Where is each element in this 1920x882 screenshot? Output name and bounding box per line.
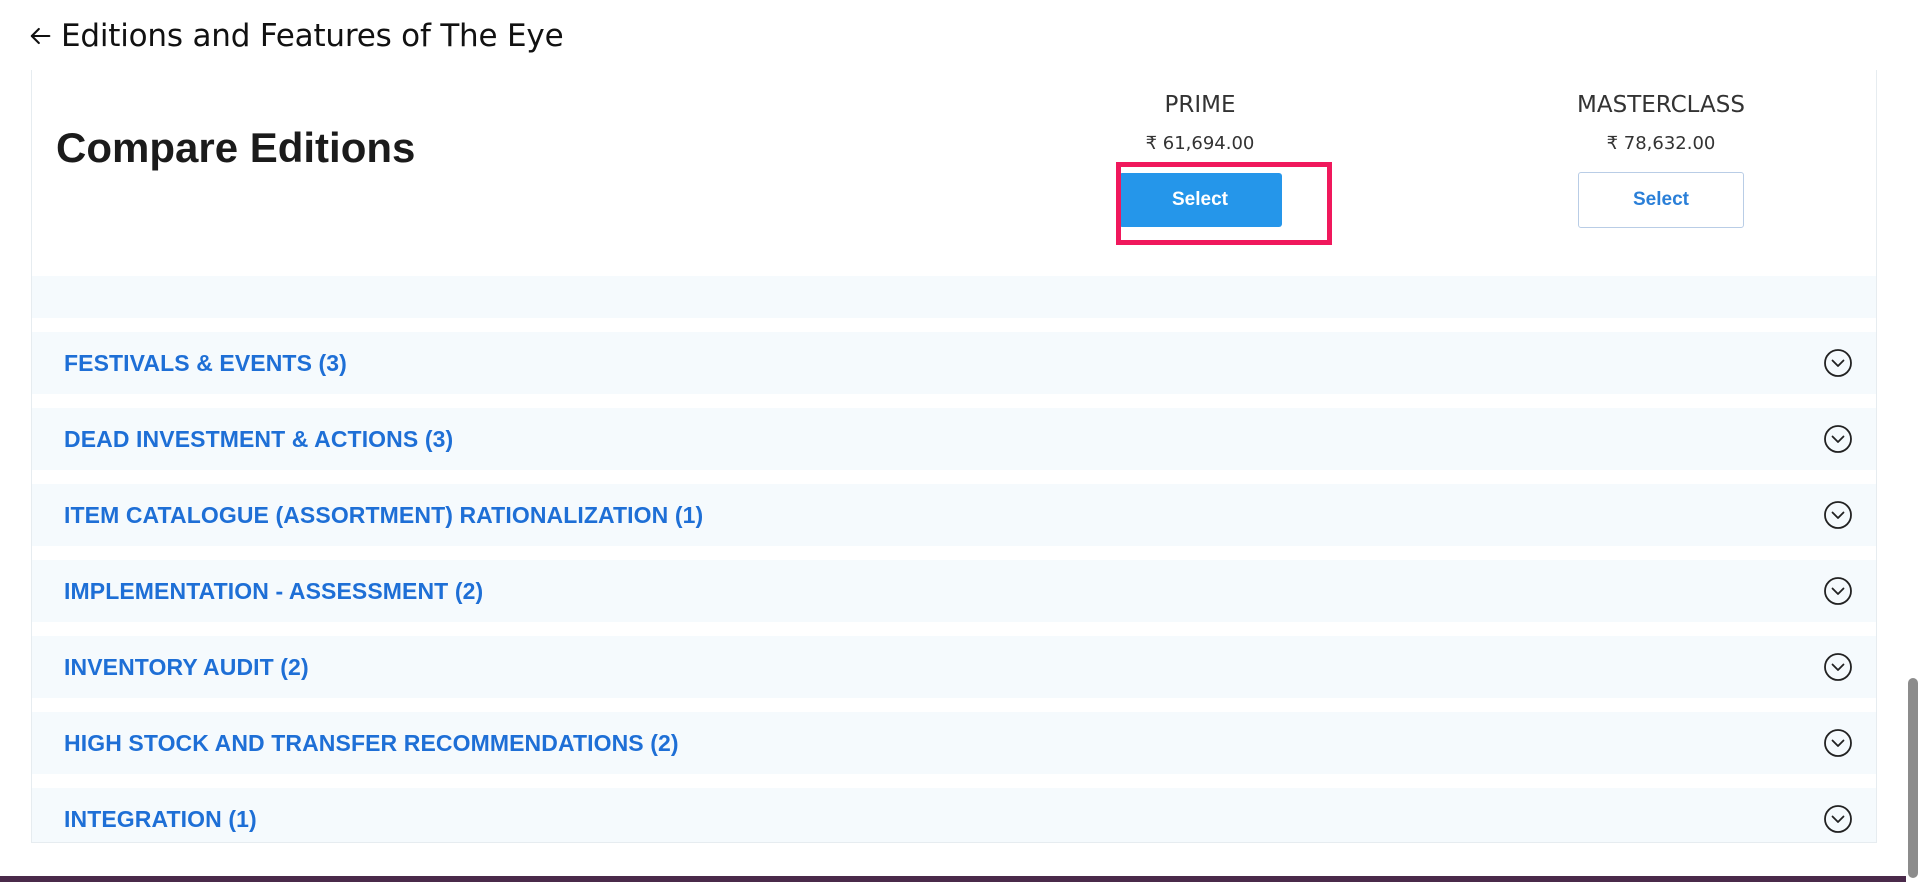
chevron-down-circle-icon[interactable] [1823, 652, 1853, 682]
compare-editions-card: IMPLEMENTATION - DIY (3) FESTIVALS & EVE… [31, 70, 1877, 843]
scrollbar-thumb[interactable] [1908, 678, 1918, 878]
category-row[interactable]: HIGH STOCK AND TRANSFER RECOMMENDATIONS … [32, 712, 1876, 774]
edition-price: ₹ 61,694.00 [1145, 133, 1255, 154]
chevron-down-circle-icon[interactable] [1823, 500, 1853, 530]
category-row[interactable]: DEAD INVESTMENT & ACTIONS (3) [32, 408, 1876, 470]
compare-header: Compare Editions PRIME ₹ 61,694.00 Selec… [32, 70, 1876, 276]
edition-name: MASTERCLASS [1577, 92, 1745, 118]
category-label: HIGH STOCK AND TRANSFER RECOMMENDATIONS … [64, 730, 679, 756]
edition-price: ₹ 78,632.00 [1606, 133, 1716, 154]
arrow-left-icon[interactable] [26, 22, 54, 50]
category-label: INVENTORY AUDIT (2) [64, 654, 309, 680]
edition-name: PRIME [1164, 92, 1236, 118]
chevron-down-circle-icon[interactable] [1823, 424, 1853, 454]
category-row[interactable]: IMPLEMENTATION - ASSESSMENT (2) [32, 560, 1876, 622]
top-bar: Editions and Features of The Eye [0, 0, 1890, 72]
compare-editions-title: Compare Editions [56, 124, 416, 171]
category-list: IMPLEMENTATION - DIY (3) FESTIVALS & EVE… [32, 242, 1876, 842]
edition-masterclass: MASTERCLASS ₹ 78,632.00 Select [1561, 90, 1761, 228]
chevron-down-circle-icon[interactable] [1823, 576, 1853, 606]
category-row[interactable]: INVENTORY AUDIT (2) [32, 636, 1876, 698]
category-row[interactable]: INTEGRATION (1) [32, 788, 1876, 842]
page-title: Editions and Features of The Eye [61, 18, 564, 54]
category-label: FESTIVALS & EVENTS (3) [64, 350, 347, 376]
scrollbar[interactable] [1906, 0, 1920, 882]
category-row[interactable]: ITEM CATALOGUE (ASSORTMENT) RATIONALIZAT… [32, 484, 1876, 546]
category-label: IMPLEMENTATION - ASSESSMENT (2) [64, 578, 484, 604]
category-label: ITEM CATALOGUE (ASSORTMENT) RATIONALIZAT… [64, 502, 704, 528]
chevron-down-circle-icon[interactable] [1823, 728, 1853, 758]
bottom-strip [0, 876, 1906, 882]
chevron-down-circle-icon[interactable] [1823, 348, 1853, 378]
select-prime-button[interactable]: Select [1118, 173, 1282, 227]
category-label: DEAD INVESTMENT & ACTIONS (3) [64, 426, 454, 452]
select-masterclass-button[interactable]: Select [1578, 172, 1744, 228]
category-row[interactable]: FESTIVALS & EVENTS (3) [32, 332, 1876, 394]
chevron-down-circle-icon[interactable] [1823, 804, 1853, 834]
edition-prime: PRIME ₹ 61,694.00 Select [1100, 90, 1300, 227]
category-label: INTEGRATION (1) [64, 806, 257, 832]
